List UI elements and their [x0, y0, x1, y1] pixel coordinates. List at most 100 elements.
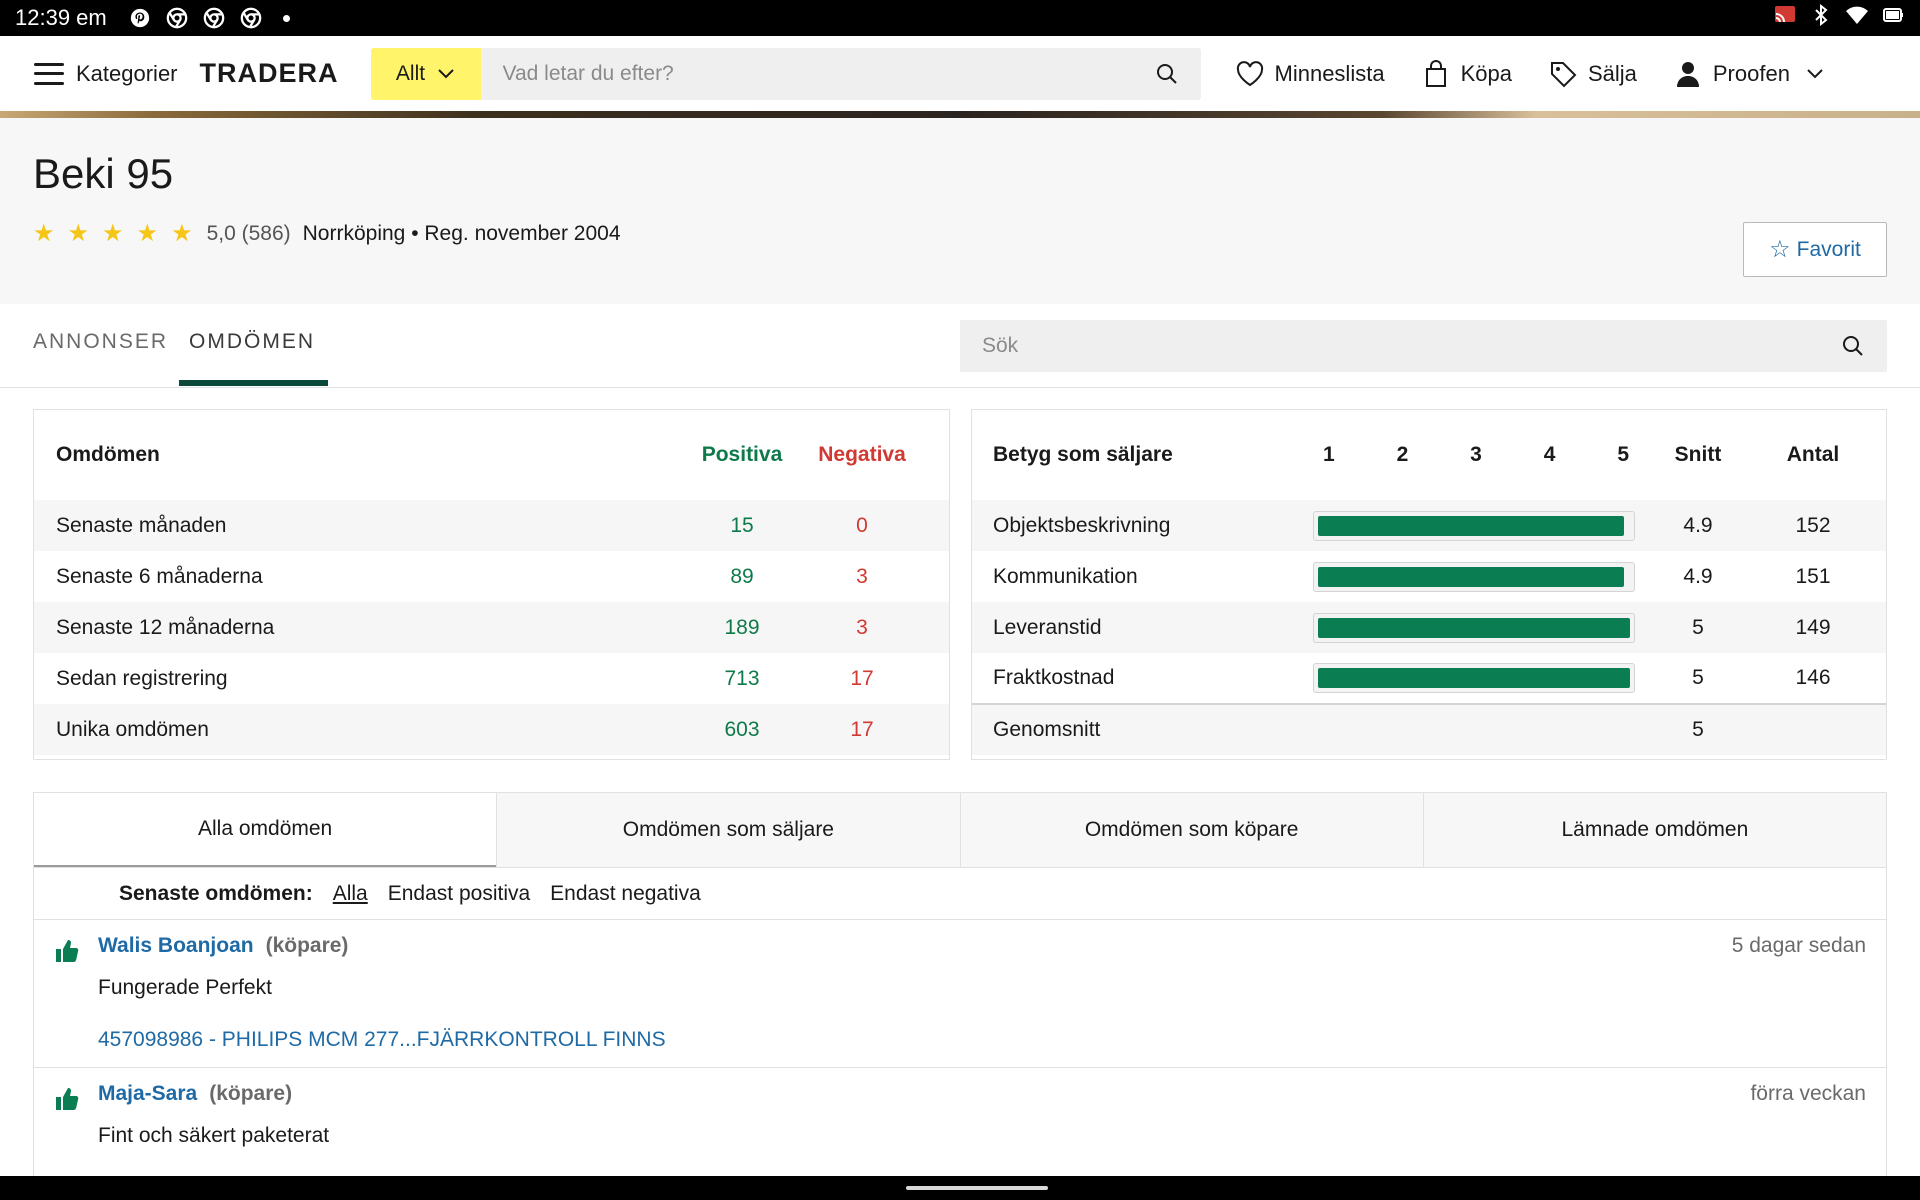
review-text: Fint och säkert paketerat: [98, 1124, 330, 1147]
location-registration: Norrköping • Reg. november 2004: [302, 222, 621, 245]
positive-count: 713: [724, 666, 760, 690]
sell-link[interactable]: Sälja: [1548, 59, 1637, 89]
user-icon: [1676, 61, 1699, 87]
categories-menu-button[interactable]: Kategorier: [34, 61, 178, 87]
status-bar: 12:39 em: [0, 0, 1920, 36]
table-row: Objektsbeskrivning 4.9 152: [972, 500, 1886, 551]
rating-average: 5: [1692, 615, 1704, 639]
tradera-logo[interactable]: TRADERA: [200, 58, 339, 89]
search-icon[interactable]: [1155, 62, 1179, 86]
review-time: förra veckan: [1750, 1082, 1866, 1105]
star-outline-icon: ☆: [1769, 236, 1791, 263]
row-label: Senaste 12 månaderna: [56, 615, 275, 639]
row-label: Senaste 6 månaderna: [56, 564, 263, 588]
rating-count: 152: [1795, 513, 1831, 537]
review-header: Maja-Sara (köpare): [98, 1082, 292, 1106]
review-item: Walis Boanjoan (köpare) 5 dagar sedan Fu…: [34, 920, 1886, 1068]
search-icon[interactable]: [1841, 334, 1865, 358]
rating-category: Leveranstid: [993, 615, 1102, 639]
buy-link[interactable]: Köpa: [1421, 59, 1512, 89]
favorite-button[interactable]: ☆ Favorit: [1743, 222, 1887, 277]
table-row: Fraktkostnad 5 146: [972, 653, 1886, 704]
heart-icon: [1236, 60, 1263, 86]
thumbs-up-icon: [56, 940, 79, 962]
table-row: Leveranstid 5 149: [972, 602, 1886, 653]
hamburger-icon: [34, 62, 64, 85]
thumbs-up-icon: [56, 1088, 79, 1110]
rating-category: Objektsbeskrivning: [993, 513, 1171, 537]
category-select[interactable]: Allt: [370, 47, 481, 100]
reviewer-name[interactable]: Maja-Sara: [98, 1082, 197, 1106]
positive-count: 15: [730, 513, 754, 537]
review-item-link[interactable]: 457098986 - PHILIPS MCM 277...FJÄRRKONTR…: [98, 1028, 666, 1052]
positive-count: 189: [724, 615, 760, 639]
review-filter: Senaste omdömen: Alla Endast positiva En…: [34, 868, 1886, 920]
review-tabs: Alla omdömen Omdömen som säljare Omdömen…: [33, 792, 1887, 868]
filter-all[interactable]: Alla: [333, 882, 368, 906]
negative-count: 3: [856, 564, 868, 588]
rating-bar: [1313, 510, 1635, 541]
tab-buyer-reviews[interactable]: Omdömen som köpare: [959, 793, 1423, 867]
chrome-icon: [240, 7, 262, 29]
account-menu[interactable]: Proofen: [1673, 59, 1824, 89]
nav-links: Minneslista Köpa Sälja Proofen: [1235, 59, 1824, 89]
table-row: Kommunikation 4.9 151: [972, 551, 1886, 602]
chevron-down-icon: [1807, 68, 1823, 78]
home-gesture-handle[interactable]: [906, 1186, 1048, 1190]
main-search: Allt: [370, 47, 1201, 100]
buy-label: Köpa: [1460, 60, 1512, 86]
row-label: Unika omdömen: [56, 717, 209, 741]
count-header: Antal: [1786, 443, 1840, 466]
seller-ratings-table: Betyg som säljare 1 2 3 4 5 Snitt Antal …: [972, 410, 1886, 755]
tab-reviews[interactable]: OMDÖMEN: [189, 330, 315, 354]
positive-header: Positiva: [701, 443, 783, 466]
profile-banner: [0, 111, 1920, 118]
rating-row: ★ ★ ★ ★ ★ 5,0 (586) Norrköping • Reg. no…: [33, 222, 621, 246]
battery-icon: [1881, 4, 1905, 32]
shopping-bag-icon: [1425, 59, 1446, 87]
seller-ratings-panel: Betyg som säljare 1 2 3 4 5 Snitt Antal …: [971, 409, 1887, 760]
review-header: Walis Boanjoan (köpare): [98, 934, 348, 958]
wifi-icon: [1845, 4, 1869, 32]
profile-search-input[interactable]: [982, 334, 1841, 358]
average-row: Genomsnitt 5: [972, 703, 1886, 755]
chrome-icon: [166, 7, 188, 29]
notification-dot-icon: [282, 14, 290, 22]
star-icon: ★: [136, 220, 159, 247]
system-navigation-bar: [0, 1176, 1920, 1200]
rating-bar: [1313, 612, 1635, 643]
tab-given-reviews[interactable]: Lämnade omdömen: [1422, 793, 1886, 867]
star-icon: ★: [102, 220, 124, 247]
rating-bar-fill: [1318, 617, 1630, 638]
rating-category: Kommunikation: [993, 564, 1138, 588]
rating-stars: ★ ★ ★ ★ ★: [33, 222, 193, 246]
rating-average: 5: [1692, 666, 1704, 689]
top-navigation: Kategorier TRADERA Allt Minneslista Köpa…: [0, 36, 1920, 111]
negative-count: 3: [856, 615, 868, 639]
table-row: Senaste 12 månaderna 189 3: [34, 602, 949, 653]
profile-header: Beki 95 ★ ★ ★ ★ ★ 5,0 (586) Norrköping •…: [0, 118, 1920, 304]
filter-negative[interactable]: Endast negativa: [550, 882, 701, 906]
status-time: 12:39 em: [15, 5, 107, 30]
feedback-summary-table: Omdömen Positiva Negativa Senaste månade…: [34, 410, 949, 755]
tab-ads[interactable]: ANNONSER: [33, 330, 168, 354]
scale-label: 4: [1543, 443, 1556, 466]
rating-category: Fraktkostnad: [993, 666, 1115, 689]
tab-all-reviews[interactable]: Alla omdömen: [34, 793, 497, 867]
scale-label: 5: [1617, 443, 1629, 466]
scale-label: 3: [1470, 443, 1482, 466]
reviewer-role: (köpare): [265, 934, 349, 957]
search-input[interactable]: [502, 61, 1155, 86]
rating-average: 4.9: [1683, 513, 1713, 537]
star-icon: ★: [171, 220, 193, 247]
reviewer-name[interactable]: Walis Boanjoan: [98, 934, 254, 958]
overall-label: Genomsnitt: [993, 703, 1313, 755]
category-select-value: Allt: [395, 61, 426, 85]
review-time: 5 dagar sedan: [1731, 934, 1866, 957]
filter-positive[interactable]: Endast positiva: [388, 882, 530, 906]
wishlist-link[interactable]: Minneslista: [1235, 59, 1385, 89]
rating-average: 4.9: [1683, 564, 1713, 588]
tab-seller-reviews[interactable]: Omdömen som säljare: [496, 793, 960, 867]
rating-count: 146: [1795, 666, 1831, 689]
seller-ratings-header: Betyg som säljare: [993, 443, 1173, 466]
